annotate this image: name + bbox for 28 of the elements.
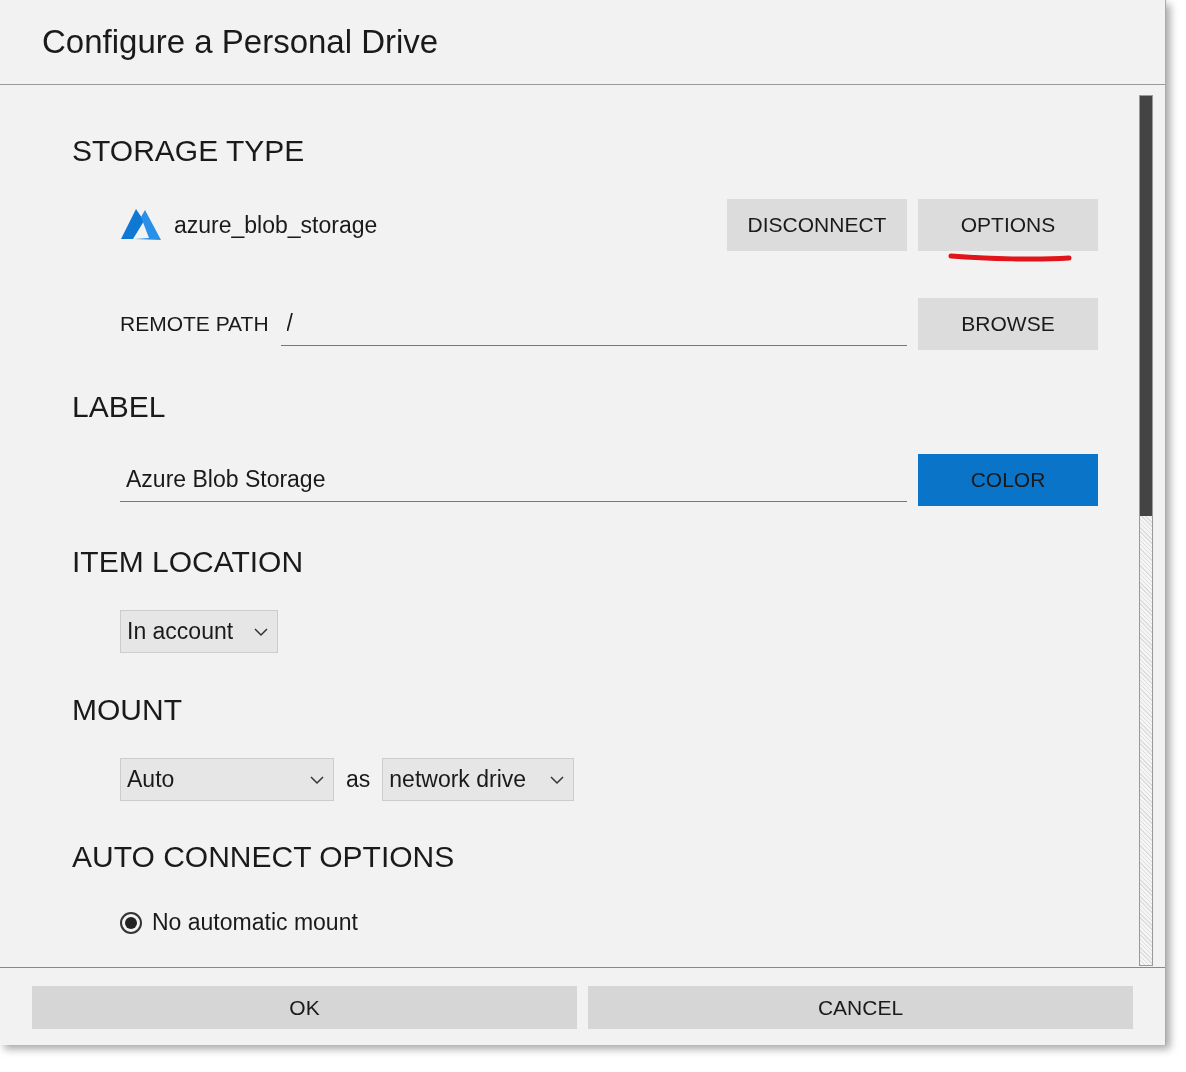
section-heading: ITEM LOCATION: [72, 544, 305, 580]
section-heading: LABEL: [72, 389, 167, 425]
radio-label: No automatic mount: [152, 909, 358, 936]
mount-type-dropdown[interactable]: network drive: [382, 758, 575, 801]
scrollbar-thumb[interactable]: [1140, 96, 1152, 516]
chevron-down-icon: [549, 774, 566, 785]
label-field[interactable]: Azure Blob Storage: [120, 458, 907, 502]
browse-button[interactable]: BROWSE: [918, 298, 1098, 350]
section-heading: MOUNT: [72, 692, 183, 728]
section-heading: AUTO CONNECT OPTIONS: [72, 839, 456, 875]
triangle-logo-icon: [120, 208, 162, 242]
dialog-title: Configure a Personal Drive: [0, 0, 1165, 85]
mount-mode-dropdown[interactable]: Auto: [120, 758, 334, 801]
storage-button[interactable]: DISCONNECT: [727, 199, 907, 251]
location-dropdown[interactable]: In account: [120, 610, 278, 653]
radio-button[interactable]: [120, 911, 142, 934]
field-label: REMOTE PATH: [120, 312, 269, 336]
storage-name: azure_blob_storage: [174, 211, 379, 239]
remote-path-field[interactable]: /: [280, 302, 907, 346]
joiner-text: as: [346, 766, 371, 793]
footer-button[interactable]: CANCEL: [588, 986, 1133, 1029]
scrollbar[interactable]: [1139, 95, 1153, 966]
footer-button[interactable]: OK: [32, 986, 577, 1029]
storage-button[interactable]: OPTIONS: [918, 199, 1098, 251]
color-button[interactable]: COLOR: [918, 454, 1098, 506]
chevron-down-icon: [253, 626, 269, 637]
chevron-down-icon: [309, 774, 325, 785]
section-heading: STORAGE TYPE: [72, 133, 306, 169]
